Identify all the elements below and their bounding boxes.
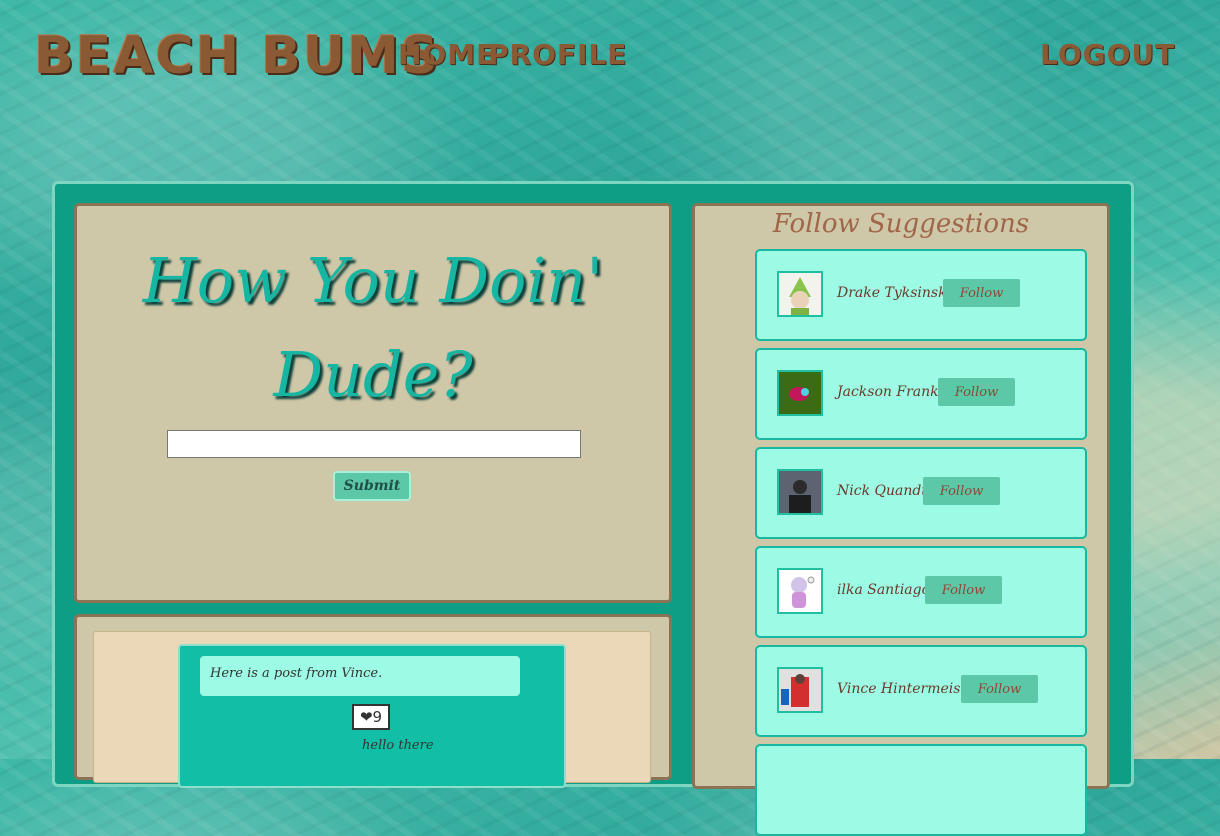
headline-line-1: How You Doin' [142,244,604,317]
headline-line-2: Dude? [273,338,473,411]
suggestion-user-name[interactable]: Jackson Franks [837,384,946,400]
suggestion-card: Nick Quandt Follow [755,447,1087,539]
avatar[interactable] [777,469,823,515]
post-comment: hello there [362,738,434,753]
post-card: Here is a post from Vince. ❤9 hello ther… [178,644,566,788]
suggestion-user-name[interactable]: Nick Quandt [837,483,927,499]
suggestion-user-name[interactable]: Drake Tyksinski [837,285,951,301]
brand-logo: BEACH BUMS [34,26,441,86]
nav-profile-link[interactable]: PROFILE [488,38,627,71]
follow-button[interactable]: Follow [938,378,1015,406]
suggestions-title: Follow Suggestions [772,209,1030,239]
suggestion-user-name[interactable]: Vince Hintermeister [837,681,981,697]
follow-suggestions-panel: Follow Suggestions Drake Tyksinski Follo… [692,203,1110,836]
post-text: Here is a post from Vince. [200,656,520,696]
composer-headline: How You Doin' Dude? [77,234,669,422]
suggestion-card: Jackson Franks Follow [755,348,1087,440]
suggestion-card-partial [755,744,1087,836]
nav-home-link[interactable]: HOME [398,38,496,71]
suggestion-card: Drake Tyksinski Follow [755,249,1087,341]
suggestion-card: ilka Santiago Follow [755,546,1087,638]
nav-logout-link[interactable]: LOGOUT [1040,38,1175,71]
avatar[interactable] [777,568,823,614]
avatar[interactable] [777,370,823,416]
suggestion-user-name[interactable]: ilka Santiago [837,582,930,598]
follow-button[interactable]: Follow [925,576,1002,604]
follow-button[interactable]: Follow [961,675,1038,703]
submit-button[interactable]: Submit [333,471,411,501]
post-input[interactable] [167,430,581,458]
avatar[interactable] [777,667,823,713]
feed-list: Here is a post from Vince. ❤9 hello ther… [93,631,651,788]
follow-button[interactable]: Follow [943,279,1020,307]
like-button[interactable]: ❤9 [352,704,390,730]
post-composer-panel: How You Doin' Dude? Submit [74,203,672,603]
avatar[interactable] [777,271,823,317]
feed-panel: Here is a post from Vince. ❤9 hello ther… [74,614,672,788]
follow-button[interactable]: Follow [923,477,1000,505]
suggestion-card: Vince Hintermeister Follow [755,645,1087,737]
